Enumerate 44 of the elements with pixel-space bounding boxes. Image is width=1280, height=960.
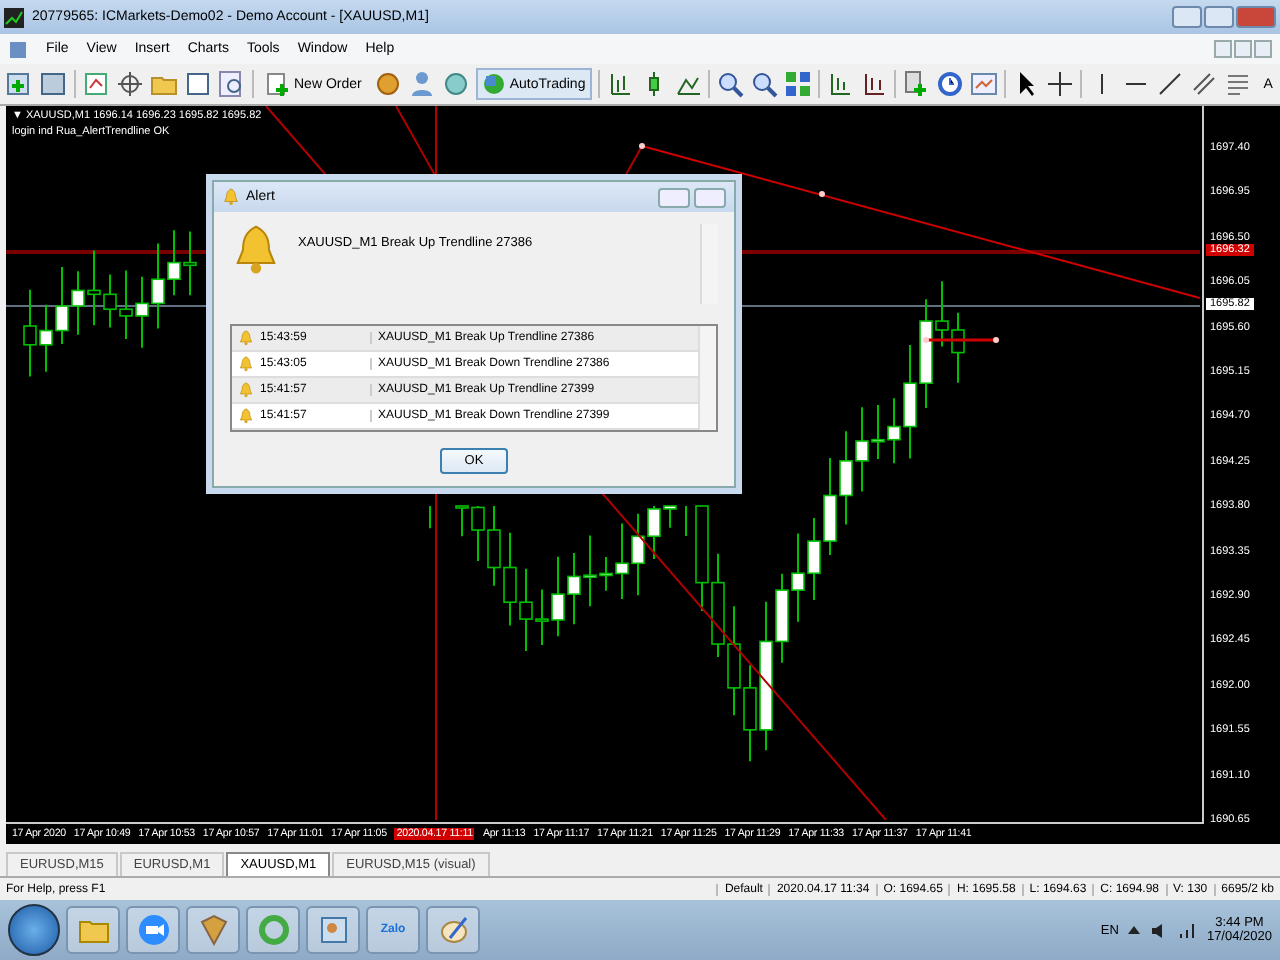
- crosshair-icon[interactable]: [116, 70, 144, 98]
- window-icon[interactable]: [40, 70, 68, 98]
- app-icon: [4, 7, 24, 27]
- channel-icon[interactable]: [1189, 70, 1218, 98]
- document-plus-icon: [266, 72, 290, 96]
- coins-icon[interactable]: [373, 70, 402, 98]
- chart-window-icon[interactable]: [82, 70, 110, 98]
- status-circle-icon: [481, 72, 506, 96]
- person-icon[interactable]: [407, 70, 436, 98]
- zoom-out-icon[interactable]: [749, 70, 778, 98]
- globe-icon[interactable]: [441, 70, 470, 98]
- square-icon[interactable]: [184, 70, 212, 98]
- bar-chart-icon[interactable]: [605, 70, 634, 98]
- taskbar-paint-icon[interactable]: [426, 906, 480, 954]
- signal-icon[interactable]: [1178, 921, 1197, 939]
- app-menu-icon[interactable]: [8, 39, 28, 59]
- candlestick: [429, 505, 431, 530]
- taskbar-camera-icon[interactable]: [126, 906, 180, 954]
- diagonal-line-icon[interactable]: [1155, 70, 1184, 98]
- bell-icon: [230, 224, 282, 276]
- template-icon[interactable]: [969, 70, 998, 98]
- zoom-in-icon[interactable]: [715, 70, 744, 98]
- chart-shift-icon[interactable]: [825, 70, 854, 98]
- bell-icon: [238, 330, 254, 346]
- candlestick: [685, 505, 687, 537]
- tile-windows-icon[interactable]: [783, 70, 812, 98]
- maximize-button[interactable]: [1204, 6, 1234, 28]
- crosshair-icon[interactable]: [1045, 70, 1074, 98]
- clock-icon[interactable]: [935, 70, 964, 98]
- bell-icon: [238, 382, 254, 398]
- horizontal-line[interactable]: [923, 337, 999, 343]
- taskbar-contacts-icon[interactable]: [306, 906, 360, 954]
- bell-icon: [238, 356, 254, 372]
- tray-arrow-icon[interactable]: [1128, 924, 1141, 936]
- scrollbar[interactable]: [698, 326, 716, 430]
- start-button[interactable]: [8, 904, 60, 956]
- plus-window-icon[interactable]: [6, 70, 34, 98]
- bell-icon: [238, 408, 254, 424]
- indicator-plus-icon[interactable]: [901, 70, 930, 98]
- bell-icon: [222, 188, 240, 206]
- fibonacci-icon[interactable]: [1223, 70, 1252, 98]
- minimize-button[interactable]: [1172, 6, 1202, 28]
- magnifier-icon[interactable]: [218, 70, 246, 98]
- autoscroll-icon[interactable]: [859, 70, 888, 98]
